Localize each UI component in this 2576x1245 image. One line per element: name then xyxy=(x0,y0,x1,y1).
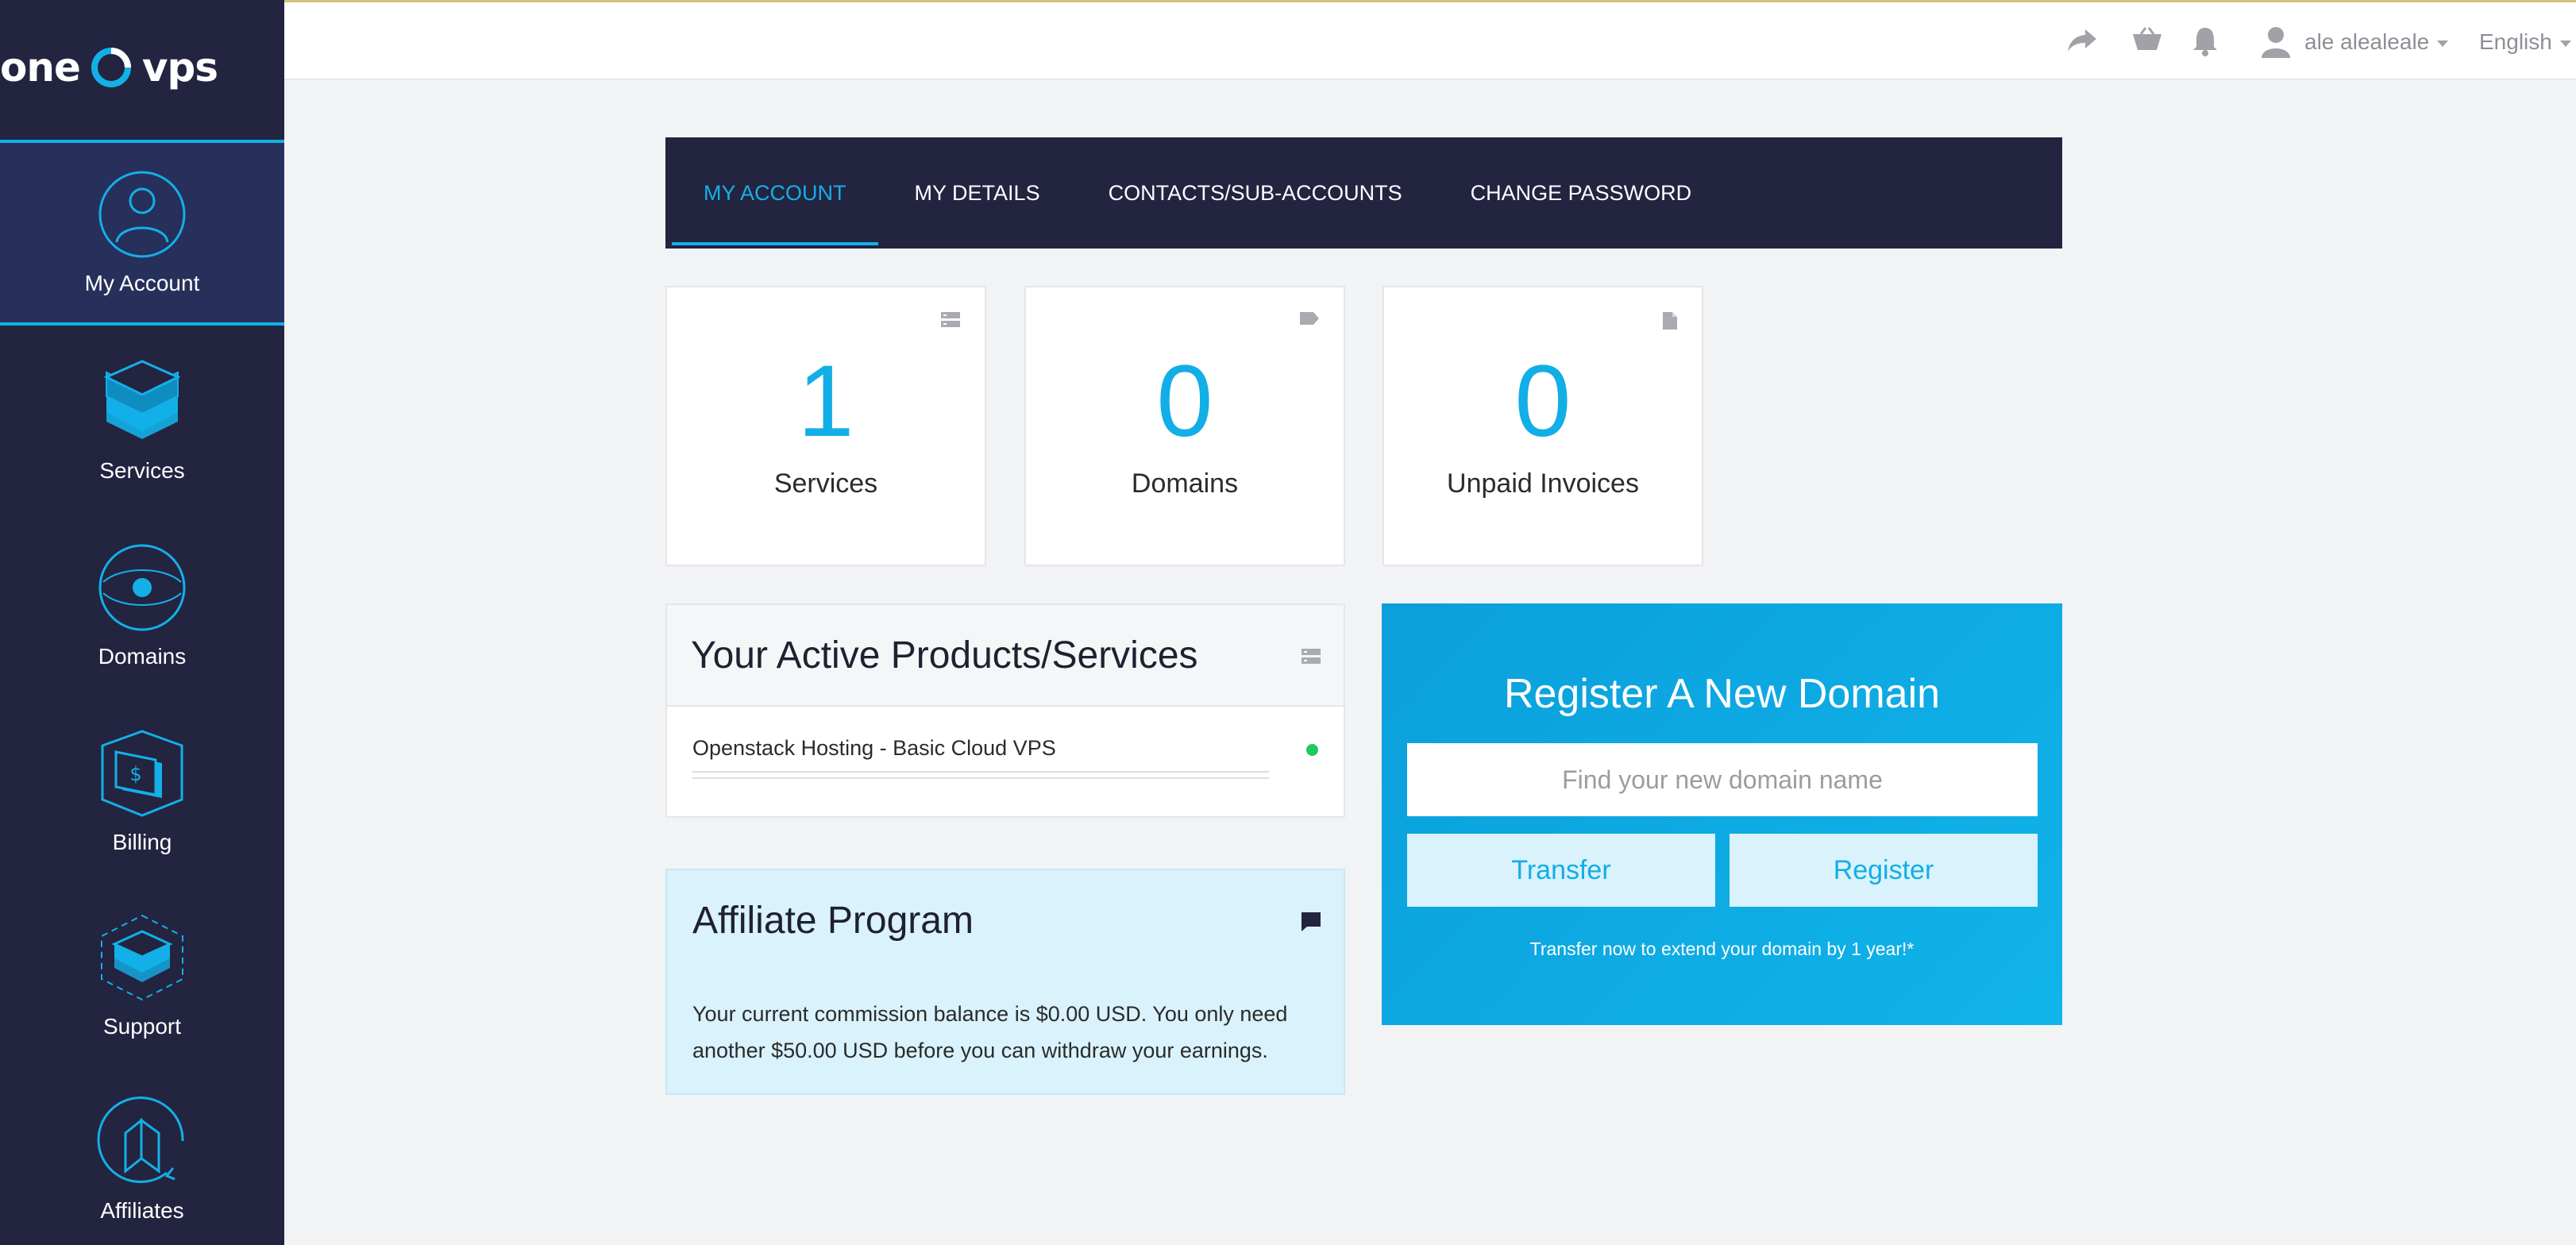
language-label: English xyxy=(2479,29,2552,54)
sidebar-item-label: Billing xyxy=(112,830,172,854)
register-button[interactable]: Register xyxy=(1730,834,2038,907)
tab-contacts-sub-accounts[interactable]: CONTACTS/SUB-ACCOUNTS xyxy=(1109,137,1402,249)
unpaid-invoices-stat-card[interactable]: 0 Unpaid Invoices xyxy=(1382,286,1703,566)
unpaid-invoices-count: 0 xyxy=(1514,345,1571,458)
sidebar-item-label: Affiliates xyxy=(100,1198,184,1223)
sidebar-item-my-account[interactable]: My Account xyxy=(0,140,284,326)
support-layers-icon xyxy=(101,914,183,1001)
user-circle-icon xyxy=(98,171,186,258)
product-name: Openstack Hosting - Basic Cloud VPS xyxy=(692,736,1056,760)
logo-ring-icon xyxy=(91,48,131,87)
globe-dot-icon xyxy=(98,544,186,631)
unpaid-invoices-label: Unpaid Invoices xyxy=(1447,468,1639,499)
document-icon xyxy=(1663,312,1677,330)
domain-search-input[interactable] xyxy=(1407,743,2038,816)
sidebar-item-label: Services xyxy=(99,458,185,483)
active-products-panel: Your Active Products/Services Openstack … xyxy=(665,603,1345,818)
divider xyxy=(692,777,1269,779)
username: ale alealeale xyxy=(2304,29,2430,54)
language-selector[interactable]: English xyxy=(2479,29,2571,55)
tab-my-details[interactable]: MY DETAILS xyxy=(915,137,1040,249)
sidebar: one vps My Account Services Domains $ Bi… xyxy=(0,0,284,1245)
sidebar-item-billing[interactable]: $ Billing xyxy=(0,699,284,885)
sidebar-item-affiliates[interactable]: Affiliates xyxy=(0,1067,284,1245)
sidebar-item-label: Support xyxy=(102,1014,182,1039)
services-label: Services xyxy=(773,468,878,499)
server-icon xyxy=(1301,649,1321,664)
affiliates-refresh-icon xyxy=(97,1097,184,1184)
logo[interactable]: one vps xyxy=(0,32,284,103)
svg-text:$: $ xyxy=(129,763,141,785)
domains-stat-card[interactable]: 0 Domains xyxy=(1024,286,1345,566)
status-active-indicator xyxy=(1306,744,1318,756)
transfer-button[interactable]: Transfer xyxy=(1407,834,1715,907)
share-icon[interactable] xyxy=(2066,26,2098,55)
affiliate-program-panel: Affiliate Program Your current commissio… xyxy=(665,869,1345,1095)
panel-header: Your Active Products/Services xyxy=(667,605,1344,707)
domains-count: 0 xyxy=(1156,345,1213,458)
sidebar-item-label: Domains xyxy=(98,644,187,669)
affiliate-balance-text: Your current commission balance is $0.00… xyxy=(692,1002,1288,1062)
services-count: 1 xyxy=(797,345,854,458)
billing-shield-icon: $ xyxy=(101,730,183,817)
account-tabs: MY ACCOUNT MY DETAILS CONTACTS/SUB-ACCOU… xyxy=(665,137,2062,249)
stacked-layers-icon xyxy=(103,360,181,439)
server-icon xyxy=(941,312,960,327)
cart-icon[interactable] xyxy=(2131,26,2163,55)
tab-my-account[interactable]: MY ACCOUNT xyxy=(672,137,877,249)
tag-icon xyxy=(1300,312,1319,325)
sidebar-item-label: My Account xyxy=(84,271,200,295)
sidebar-item-support[interactable]: Support xyxy=(0,883,284,1069)
affiliate-title: Affiliate Program xyxy=(692,900,974,942)
comment-icon xyxy=(1301,912,1321,931)
top-bar: ale alealeale English xyxy=(284,2,2576,80)
divider xyxy=(692,771,1269,773)
sidebar-item-domains[interactable]: Domains xyxy=(0,513,284,699)
register-domain-panel: Register A New Domain Transfer Register … xyxy=(1382,603,2062,1025)
panel-title: Your Active Products/Services xyxy=(691,634,1198,676)
domains-label: Domains xyxy=(1131,468,1239,499)
list-item[interactable]: Openstack Hosting - Basic Cloud VPS xyxy=(692,736,1318,792)
logo-text-left: one xyxy=(0,44,81,91)
services-stat-card[interactable]: 1 Services xyxy=(665,286,986,566)
user-icon[interactable] xyxy=(2262,26,2290,58)
tab-change-password[interactable]: CHANGE PASSWORD xyxy=(1471,137,1692,249)
register-domain-title: Register A New Domain xyxy=(1503,671,1941,717)
user-menu[interactable]: ale alealeale xyxy=(2304,29,2449,55)
bell-icon[interactable] xyxy=(2192,26,2219,56)
logo-text-right: vps xyxy=(141,44,218,91)
chevron-down-icon xyxy=(2437,40,2449,47)
transfer-note: Transfer now to extend your domain by 1 … xyxy=(1529,939,1915,959)
chevron-down-icon xyxy=(2559,40,2571,47)
sidebar-item-services[interactable]: Services xyxy=(0,329,284,515)
